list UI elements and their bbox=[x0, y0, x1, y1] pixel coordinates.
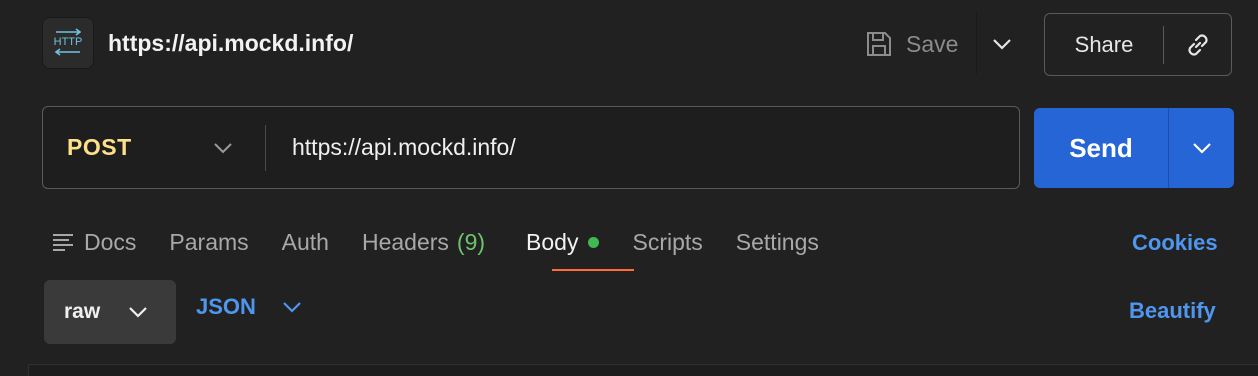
body-mode-select[interactable]: raw bbox=[44, 280, 176, 344]
link-icon bbox=[1187, 33, 1208, 56]
http-request-icon: HTTP bbox=[42, 17, 94, 69]
svg-text:HTTP: HTTP bbox=[54, 36, 83, 48]
body-mode-label: raw bbox=[64, 300, 101, 323]
tab-params[interactable]: Params bbox=[169, 224, 248, 260]
copy-link-button[interactable] bbox=[1164, 14, 1231, 75]
url-bar: POST bbox=[42, 106, 1020, 189]
tab-label: Params bbox=[169, 228, 249, 255]
tab-headers[interactable]: Headers (9) bbox=[362, 224, 485, 260]
save-button[interactable]: Save bbox=[856, 22, 974, 66]
beautify-button[interactable]: Beautify bbox=[1129, 298, 1216, 324]
send-options-button[interactable] bbox=[1169, 108, 1234, 188]
chevron-down-icon bbox=[129, 307, 147, 318]
tab-settings[interactable]: Settings bbox=[736, 224, 819, 260]
request-title[interactable]: https://api.mockd.info/ bbox=[108, 30, 353, 57]
tab-label: Auth bbox=[281, 228, 329, 255]
send-button[interactable]: Send bbox=[1034, 108, 1168, 188]
chevron-down-icon bbox=[214, 142, 232, 153]
body-language-label: JSON bbox=[196, 294, 256, 319]
tab-scripts[interactable]: Scripts bbox=[632, 224, 702, 260]
cookies-link[interactable]: Cookies bbox=[1132, 230, 1218, 256]
tab-body[interactable]: Body bbox=[526, 224, 600, 260]
chevron-down-icon bbox=[1192, 143, 1211, 154]
active-tab-underline bbox=[552, 269, 634, 271]
tab-label: Settings bbox=[735, 228, 819, 255]
divider bbox=[976, 12, 977, 74]
share-button[interactable]: Share bbox=[1045, 14, 1163, 75]
save-icon bbox=[867, 32, 891, 56]
headers-count: (9) bbox=[456, 228, 486, 255]
tab-label: Body bbox=[526, 228, 579, 255]
save-options-button[interactable] bbox=[984, 24, 1020, 64]
tab-label: Docs bbox=[84, 228, 137, 255]
url-input[interactable] bbox=[266, 107, 1019, 188]
save-label: Save bbox=[906, 30, 959, 57]
method-label: POST bbox=[67, 134, 132, 160]
method-select[interactable]: POST bbox=[43, 107, 265, 188]
request-tabs: Docs Params Auth Headers (9) Body Script… bbox=[52, 222, 852, 262]
tab-auth[interactable]: Auth bbox=[282, 224, 329, 260]
docs-icon bbox=[53, 234, 73, 251]
body-language-select[interactable]: JSON bbox=[196, 294, 302, 320]
send-group: Send bbox=[1034, 108, 1234, 188]
http-icon: HTTP bbox=[54, 28, 83, 56]
share-group: Share bbox=[1044, 13, 1232, 76]
status-dot bbox=[588, 236, 600, 248]
tab-label: Headers bbox=[361, 228, 449, 255]
chevron-down-icon bbox=[283, 302, 301, 313]
chevron-down-icon bbox=[993, 39, 1011, 50]
tab-label: Scripts bbox=[632, 228, 703, 255]
tab-docs[interactable]: Docs bbox=[52, 224, 136, 260]
body-editor[interactable] bbox=[28, 364, 1258, 376]
